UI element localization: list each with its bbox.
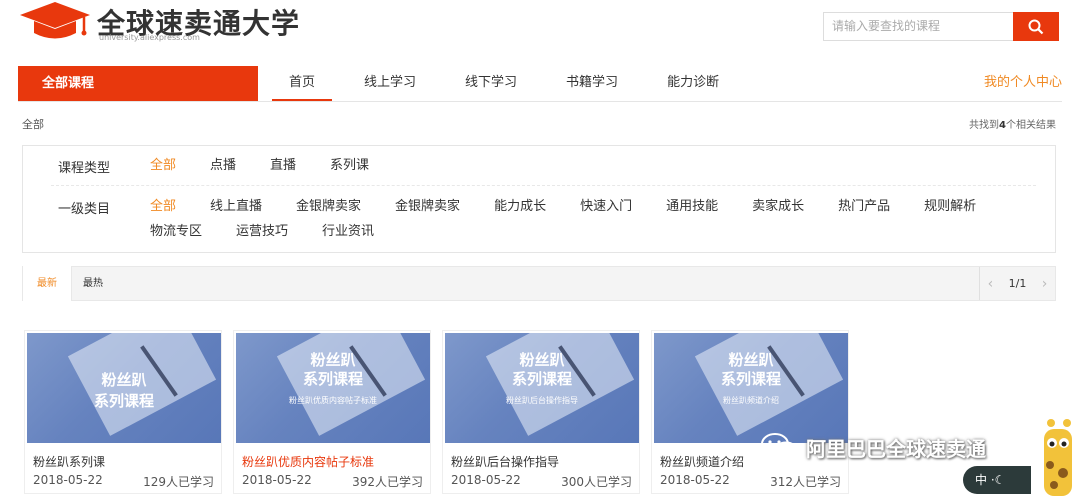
course-learners: 392人已学习 xyxy=(352,475,423,489)
wechat-watermark: 阿里巴巴全球速卖通 xyxy=(760,432,986,462)
pager: ‹ 1/1 › xyxy=(979,267,1055,300)
giraffe-mascot-icon xyxy=(1044,419,1072,496)
category-option[interactable]: 线上直播 xyxy=(210,194,262,219)
category-option[interactable]: 运营技巧 xyxy=(236,219,288,244)
course-thumbnail[interactable]: 粉丝趴 系列课程 粉丝趴后台操作指导 xyxy=(445,333,639,443)
category-option[interactable]: 卖家成长 xyxy=(752,194,804,219)
course-card[interactable]: 粉丝趴 系列课程 粉丝趴系列课 2018-05-22 129人已学习 xyxy=(24,330,222,494)
course-thumbnail[interactable]: 粉丝趴 系列课程 粉丝趴频道介绍 xyxy=(654,333,848,443)
thumb-caption: 粉丝趴后台操作指导 xyxy=(506,396,578,405)
category-option[interactable]: 金银牌卖家 xyxy=(395,194,460,219)
tab-home[interactable]: 首页 xyxy=(272,66,333,101)
type-option-all[interactable]: 全部 xyxy=(150,153,176,178)
language-label: 中 xyxy=(975,473,988,487)
course-title[interactable]: 粉丝趴后台操作指导 xyxy=(451,453,559,470)
result-suffix: 个相关结果 xyxy=(1006,120,1056,131)
course-date: 2018-05-22 xyxy=(660,473,730,487)
filter-panel: 课程类型 全部 点播 直播 系列课 一级类目 全部 线上直播 金银牌卖家 金银牌… xyxy=(22,145,1056,253)
thumb-title-line2: 系列课程 xyxy=(93,392,154,410)
type-option-series[interactable]: 系列课 xyxy=(330,153,369,178)
category-option[interactable]: 能力成长 xyxy=(494,194,546,219)
my-center-link[interactable]: 我的个人中心 xyxy=(984,66,1062,99)
result-number: 4 xyxy=(999,120,1006,131)
sort-newest-tab[interactable]: 最新 xyxy=(22,266,72,301)
search-input[interactable]: 请输入要查找的课程 xyxy=(823,12,1013,41)
category-option[interactable]: 热门产品 xyxy=(838,194,890,219)
thumb-title-line1: 粉丝趴 xyxy=(728,351,774,369)
sort-hottest-tab[interactable]: 最热 xyxy=(69,266,117,301)
thumb-title-line2: 系列课程 xyxy=(720,370,781,388)
type-option-live[interactable]: 直播 xyxy=(270,153,296,178)
watermark-text: 阿里巴巴全球速卖通 xyxy=(806,436,986,461)
graduation-cap-logo-icon[interactable] xyxy=(18,0,92,44)
all-courses-menu[interactable]: 全部课程 xyxy=(18,66,258,101)
category-option[interactable]: 金银牌卖家 xyxy=(296,194,361,219)
course-thumbnail[interactable]: 粉丝趴 系列课程 xyxy=(27,333,221,443)
course-learners: 129人已学习 xyxy=(143,475,214,489)
tab-online-learning[interactable]: 线上学习 xyxy=(347,66,433,101)
breadcrumb[interactable]: 全部 xyxy=(22,116,44,132)
site-subtitle: university.aliexpress.com xyxy=(99,33,200,42)
next-page-icon[interactable]: › xyxy=(1042,276,1048,292)
thumb-title-line1: 粉丝趴 xyxy=(310,351,356,369)
tab-book-learning[interactable]: 书籍学习 xyxy=(549,66,635,101)
course-grid: 粉丝趴 系列课程 粉丝趴系列课 2018-05-22 129人已学习 粉丝趴 系… xyxy=(24,330,860,494)
course-title[interactable]: 粉丝趴系列课 xyxy=(33,453,105,470)
category-option[interactable]: 行业资讯 xyxy=(322,219,374,244)
course-title[interactable]: 粉丝趴优质内容帖子标准 xyxy=(242,453,374,470)
nav-tabs: 首页 线上学习 线下学习 书籍学习 能力诊断 xyxy=(272,66,751,101)
search-button[interactable] xyxy=(1013,12,1059,41)
header: 全球速卖通大学 university.aliexpress.com 请输入要查找… xyxy=(0,0,1080,56)
page-indicator: 1/1 xyxy=(1008,277,1027,290)
tab-offline-learning[interactable]: 线下学习 xyxy=(448,66,534,101)
course-date: 2018-05-22 xyxy=(451,473,521,487)
course-card[interactable]: 粉丝趴 系列课程 粉丝趴后台操作指导 粉丝趴后台操作指导 2018-05-22 … xyxy=(442,330,640,494)
course-type-label: 课程类型 xyxy=(58,161,111,176)
wechat-icon xyxy=(761,433,798,461)
thumb-caption: 粉丝趴优质内容帖子标准 xyxy=(289,396,377,405)
category-label: 一级类目 xyxy=(58,202,111,217)
course-learners: 300人已学习 xyxy=(561,475,632,489)
course-thumbnail[interactable]: 粉丝趴 系列课程 粉丝趴优质内容帖子标准 xyxy=(236,333,430,443)
main-nav: 全部课程 首页 线上学习 线下学习 书籍学习 能力诊断 我的个人中心 xyxy=(18,66,1062,102)
course-type-options: 全部 点播 直播 系列课 xyxy=(150,153,1030,178)
course-card[interactable]: 粉丝趴 系列课程 粉丝趴优质内容帖子标准 粉丝趴优质内容帖子标准 2018-05… xyxy=(233,330,431,494)
thumb-caption: 粉丝趴频道介绍 xyxy=(723,396,779,405)
thumb-title-line2: 系列课程 xyxy=(511,370,572,388)
course-learners: 312人已学习 xyxy=(770,475,841,489)
type-option-vod[interactable]: 点播 xyxy=(210,153,236,178)
result-prefix: 共找到 xyxy=(969,120,1000,131)
filter-divider xyxy=(51,185,1036,186)
course-date: 2018-05-22 xyxy=(33,473,103,487)
language-toggle[interactable]: 中 ·☾ xyxy=(963,466,1031,494)
thumb-title-line2: 系列课程 xyxy=(302,370,363,388)
category-option[interactable]: 物流专区 xyxy=(150,219,202,244)
course-title[interactable]: 粉丝趴频道介绍 xyxy=(660,453,744,470)
category-options: 全部 线上直播 金银牌卖家 金银牌卖家 能力成长 快速入门 通用技能 卖家成长 … xyxy=(150,194,1030,244)
course-date: 2018-05-22 xyxy=(242,473,312,487)
sort-bar: 最新 最热 ‹ 1/1 › xyxy=(22,266,1056,301)
tab-ability-diagnosis[interactable]: 能力诊断 xyxy=(650,66,736,101)
category-option[interactable]: 规则解析 xyxy=(924,194,976,219)
thumb-title-line1: 粉丝趴 xyxy=(101,371,147,389)
prev-page-icon[interactable]: ‹ xyxy=(988,276,994,292)
category-option[interactable]: 快速入门 xyxy=(580,194,632,219)
category-option[interactable]: 通用技能 xyxy=(666,194,718,219)
search-icon xyxy=(1028,19,1044,34)
thumb-title-line1: 粉丝趴 xyxy=(519,351,565,369)
course-card[interactable]: 粉丝趴 系列课程 粉丝趴频道介绍 粉丝趴频道介绍 2018-05-22 312人… xyxy=(651,330,849,494)
result-count: 共找到4个相关结果 xyxy=(969,116,1056,131)
category-option-all[interactable]: 全部 xyxy=(150,194,176,219)
